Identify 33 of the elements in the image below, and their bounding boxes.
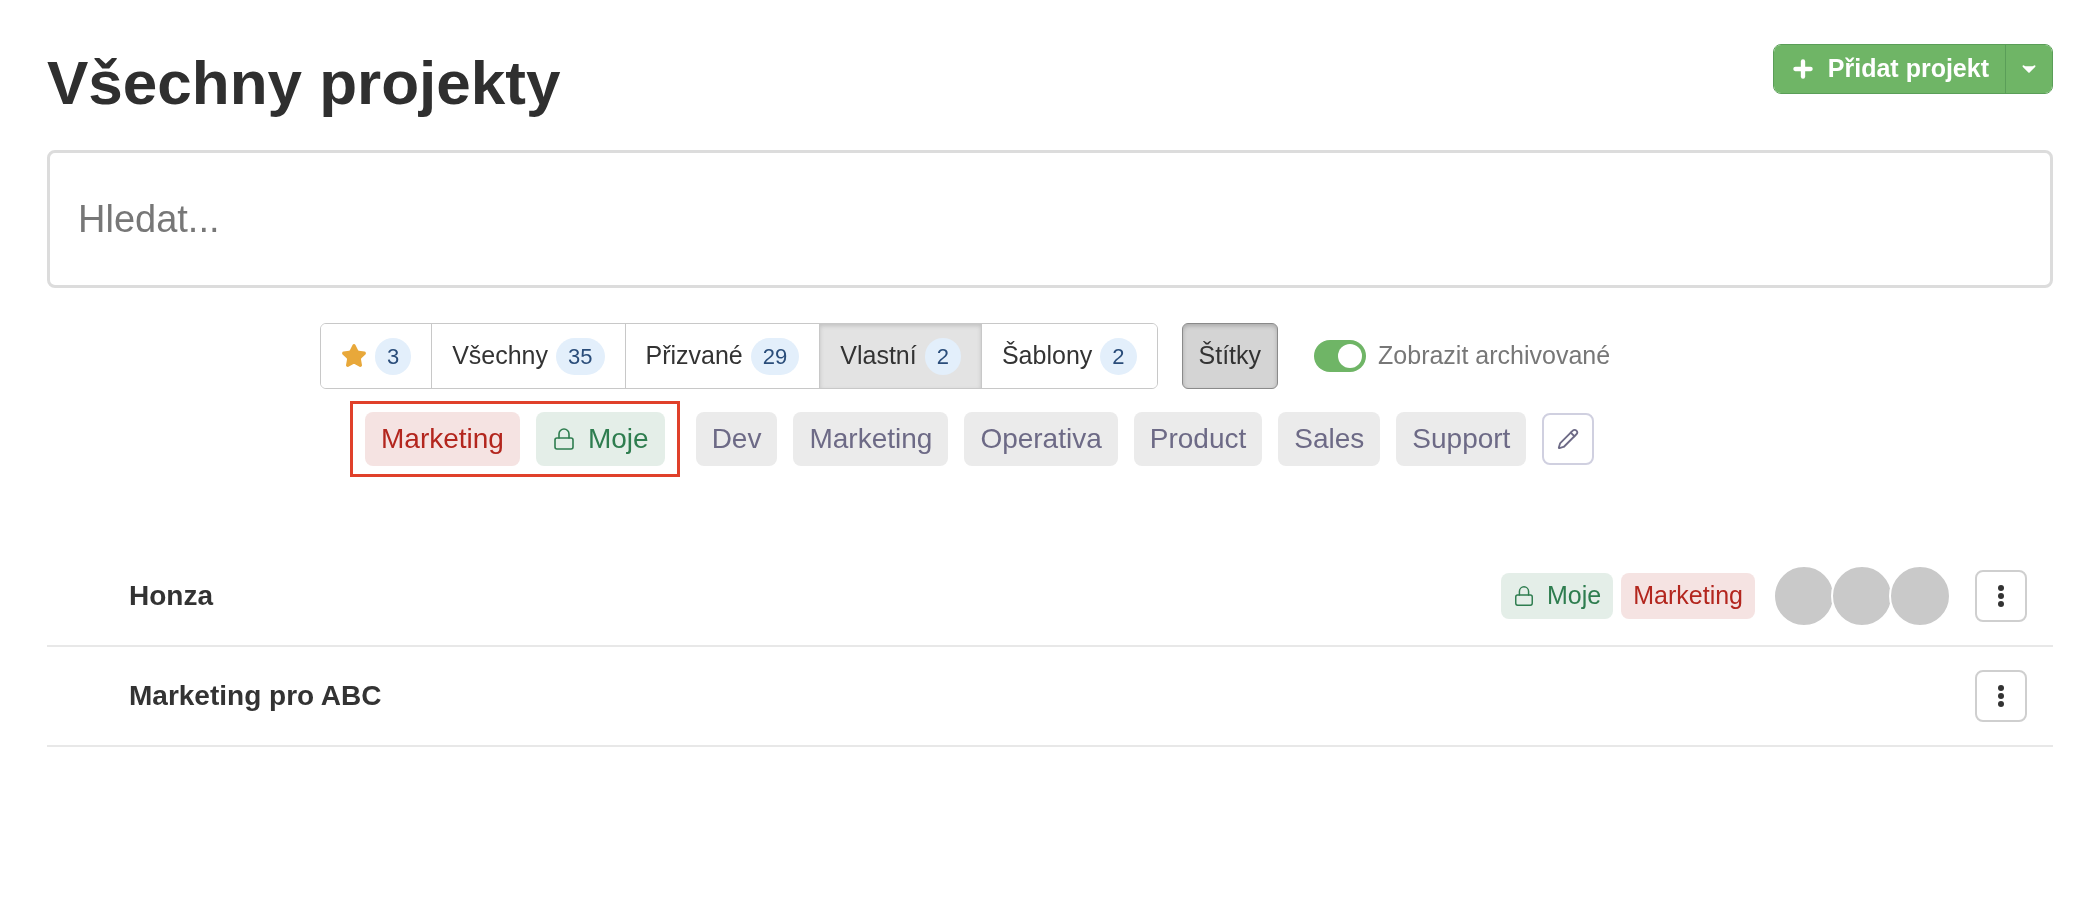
- tag[interactable]: Operativa: [964, 412, 1118, 466]
- edit-tags-button[interactable]: [1542, 413, 1595, 465]
- tag[interactable]: Moje: [1501, 573, 1614, 619]
- pencil-icon: [1557, 428, 1580, 450]
- more-options-button[interactable]: [1975, 570, 2027, 622]
- filter-tab[interactable]: Vlastní 2: [819, 324, 981, 388]
- tag[interactable]: Moje: [535, 412, 665, 466]
- more-icon: [1998, 685, 2004, 707]
- switch-label: Zobrazit archivované: [1378, 340, 1611, 372]
- project-name[interactable]: Honza: [129, 575, 1502, 617]
- count-badge: 3: [374, 337, 412, 375]
- count-badge: 35: [556, 337, 605, 375]
- tag[interactable]: Product: [1133, 412, 1263, 466]
- tag[interactable]: Marketing: [365, 412, 520, 466]
- lock-icon: [551, 427, 576, 451]
- filter-tab[interactable]: Šablony 2: [980, 324, 1157, 388]
- toggle-switch[interactable]: [1314, 340, 1367, 372]
- dropdown-button[interactable]: [2005, 45, 2052, 93]
- more-icon: [1998, 585, 2004, 607]
- tags-toggle-button[interactable]: Štítky: [1181, 323, 1279, 389]
- tag[interactable]: Marketing: [793, 412, 949, 466]
- search-field[interactable]: Hledat...: [47, 150, 2053, 288]
- tag[interactable]: Dev: [695, 412, 778, 466]
- more-options-button[interactable]: [1975, 670, 2027, 722]
- count-badge: 2: [1100, 337, 1137, 375]
- count-badge: 29: [750, 337, 800, 375]
- project-name[interactable]: Marketing pro ABC: [129, 675, 1975, 717]
- tag[interactable]: Support: [1396, 412, 1527, 466]
- lock-icon: [1513, 585, 1536, 607]
- tag[interactable]: Marketing: [1621, 573, 1755, 619]
- star-icon: [340, 343, 367, 369]
- tag[interactable]: Sales: [1278, 412, 1381, 466]
- count-badge: 2: [924, 337, 961, 375]
